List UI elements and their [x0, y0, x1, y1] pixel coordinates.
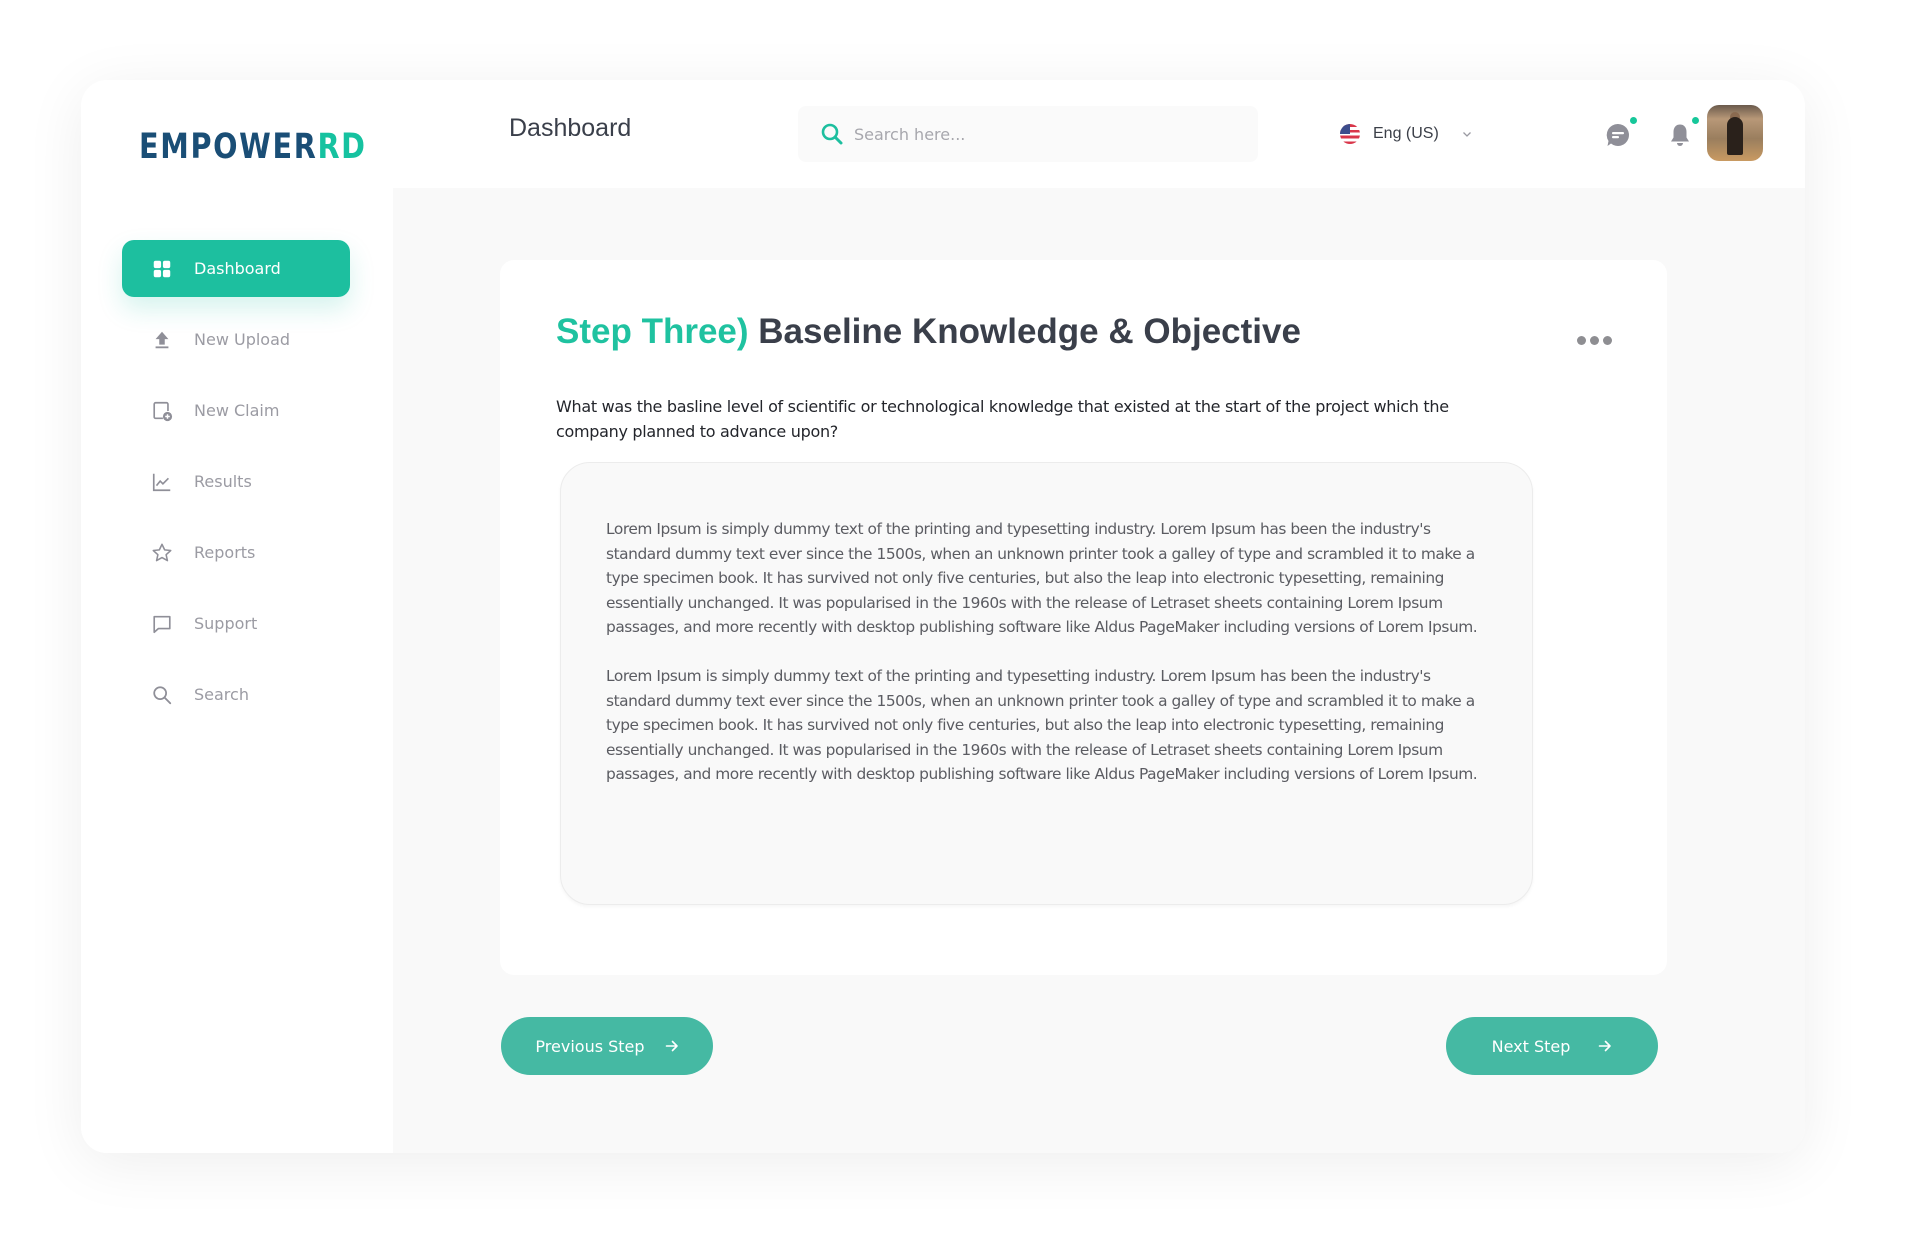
- chevron-down-icon: [1462, 132, 1471, 137]
- sidebar-item-label: Support: [194, 614, 258, 633]
- step-name: Baseline Knowledge & Objective: [758, 312, 1301, 351]
- language-label: Eng (US): [1373, 125, 1439, 142]
- sidebar-item-label: New Upload: [194, 330, 291, 349]
- previous-step-button[interactable]: Previous Step: [501, 1017, 713, 1075]
- answer-textarea[interactable]: Lorem Ipsum is simply dummy text of the …: [560, 462, 1533, 905]
- more-dot-icon: [1590, 336, 1599, 345]
- sidebar-item-label: Dashboard: [194, 259, 281, 278]
- top-header: Dashboard Eng (US): [393, 80, 1805, 188]
- next-step-label: Next Step: [1491, 1036, 1571, 1056]
- messages-button[interactable]: [1605, 117, 1637, 148]
- search-icon: [821, 123, 843, 145]
- search-bar[interactable]: [798, 106, 1258, 162]
- sidebar-item-label: Reports: [194, 543, 256, 562]
- upload-icon: [150, 328, 174, 352]
- avatar-body: [1727, 117, 1743, 155]
- more-dot-icon: [1603, 336, 1612, 345]
- unread-dot: [1630, 117, 1637, 124]
- step-card: Step Three) Baseline Knowledge & Objecti…: [500, 260, 1667, 975]
- main-content: Step Three) Baseline Knowledge & Objecti…: [393, 188, 1805, 1153]
- user-avatar[interactable]: [1707, 105, 1763, 161]
- sidebar-item-label: Results: [194, 472, 252, 491]
- chat-bubble-icon: [150, 612, 174, 636]
- step-number: Step Three): [556, 312, 749, 351]
- logo[interactable]: EMPOWERRD: [139, 130, 367, 165]
- new-claim-icon: [150, 399, 174, 423]
- answer-paragraph: Lorem Ipsum is simply dummy text of the …: [606, 667, 1478, 783]
- previous-step-label: Previous Step: [535, 1036, 645, 1056]
- sidebar-item-reports[interactable]: Reports: [122, 524, 350, 581]
- sidebar-item-support[interactable]: Support: [122, 595, 350, 652]
- grid-icon: [150, 257, 174, 281]
- bell-icon: [1671, 124, 1689, 146]
- search-icon: [150, 683, 174, 707]
- question-text: What was the basline level of scientific…: [556, 397, 1449, 441]
- sidebar-item-search[interactable]: Search: [122, 666, 350, 723]
- logo-text-rd: RD: [317, 127, 367, 167]
- logo-text-empower: EMPOWER: [139, 127, 318, 167]
- search-input[interactable]: [854, 124, 1234, 144]
- sidebar-item-new-claim[interactable]: New Claim: [122, 382, 350, 439]
- more-dot-icon: [1577, 336, 1586, 345]
- answer-paragraph: Lorem Ipsum is simply dummy text of the …: [606, 520, 1478, 636]
- language-selector[interactable]: Eng (US): [1340, 122, 1473, 146]
- arrow-right-icon: [1599, 1040, 1612, 1052]
- star-icon: [150, 541, 174, 565]
- sidebar-item-dashboard[interactable]: Dashboard: [122, 240, 350, 297]
- app-window: EMPOWERRD Dashboard New Upload New Claim: [81, 80, 1805, 1153]
- page-title: Dashboard: [509, 114, 632, 142]
- message-icon: [1606, 123, 1629, 146]
- sidebar-item-label: Search: [194, 685, 249, 704]
- sidebar-item-label: New Claim: [194, 401, 280, 420]
- sidebar: EMPOWERRD Dashboard New Upload New Claim: [81, 80, 393, 1153]
- next-step-button[interactable]: Next Step: [1446, 1017, 1658, 1075]
- arrow-right-icon: [665, 1040, 678, 1052]
- more-options-button[interactable]: [1577, 336, 1612, 345]
- notifications-button[interactable]: [1667, 117, 1699, 148]
- step-title: Step Three) Baseline Knowledge & Objecti…: [556, 312, 1301, 352]
- us-flag-icon: [1340, 124, 1360, 144]
- sidebar-item-results[interactable]: Results: [122, 453, 350, 510]
- sidebar-item-new-upload[interactable]: New Upload: [122, 311, 350, 368]
- sidebar-nav: Dashboard New Upload New Claim Results R…: [122, 240, 350, 737]
- line-chart-icon: [150, 470, 174, 494]
- unread-dot: [1692, 117, 1699, 124]
